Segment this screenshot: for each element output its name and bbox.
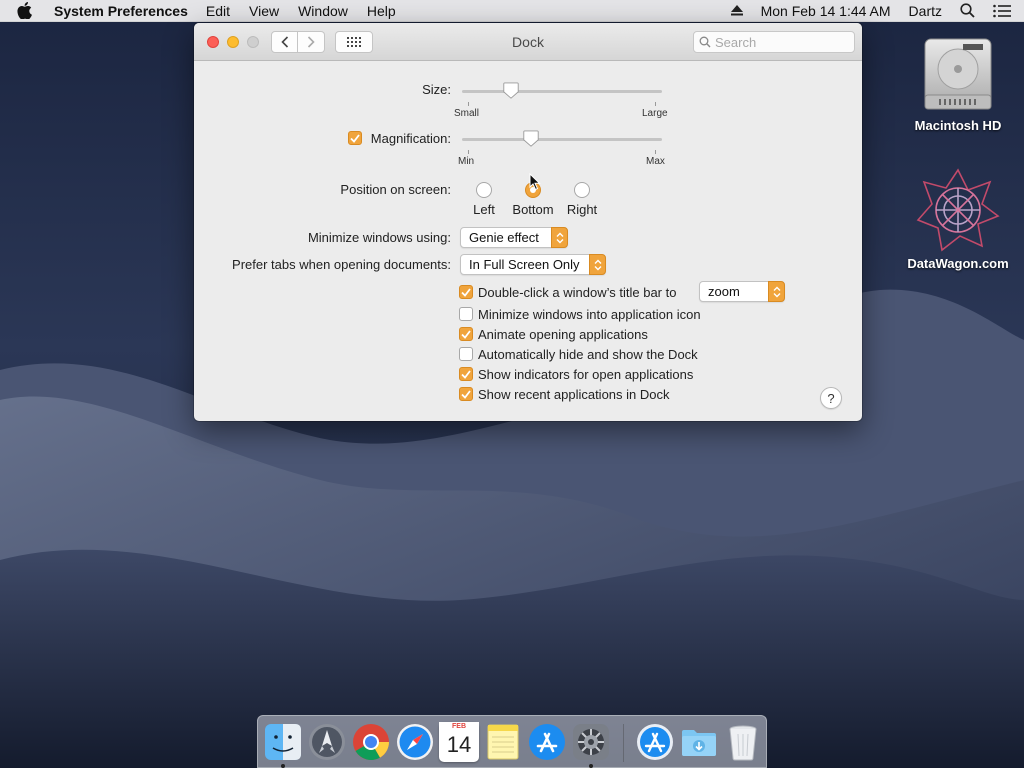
- popup-stepper-icon: [768, 281, 785, 302]
- magnification-tick-max: [655, 150, 656, 154]
- menu-bar: System Preferences Edit View Window Help…: [0, 0, 1024, 22]
- menu-edit[interactable]: Edit: [206, 3, 230, 19]
- size-max-label: Large: [642, 108, 668, 119]
- launchpad-icon[interactable]: [307, 722, 347, 762]
- minimize-into-icon-checkbox[interactable]: [459, 307, 473, 321]
- magnification-min-label: Min: [458, 156, 475, 167]
- menu-view[interactable]: View: [249, 3, 279, 19]
- minimize-into-icon-label[interactable]: Minimize windows into application icon: [478, 307, 701, 322]
- minimize-effect-value: Genie effect: [469, 230, 539, 245]
- desktop-icon-datawagon[interactable]: DataWagon.com: [898, 168, 1018, 271]
- desktop-icon-label: DataWagon.com: [907, 256, 1009, 271]
- dock-preferences-window: Dock Size: Small Large Magnification: Mi…: [194, 23, 862, 421]
- checkmark-icon: [461, 329, 471, 339]
- size-tick-max: [655, 102, 656, 106]
- calendar-icon[interactable]: FEB 14: [439, 722, 479, 762]
- desktop-icon-macintosh-hd[interactable]: Macintosh HD: [898, 30, 1018, 133]
- user-menu[interactable]: Dartz: [909, 3, 942, 19]
- minimize-effect-popup[interactable]: Genie effect: [460, 227, 568, 248]
- notification-center-icon[interactable]: [993, 4, 1011, 18]
- chrome-icon[interactable]: [351, 722, 391, 762]
- autohide-checkbox[interactable]: [459, 347, 473, 361]
- finder-icon[interactable]: [263, 722, 303, 762]
- clock[interactable]: Mon Feb 14 1:44 AM: [761, 3, 891, 19]
- size-slider-track[interactable]: [462, 90, 662, 93]
- position-right-label[interactable]: Right: [547, 202, 617, 217]
- running-indicator: [589, 764, 593, 768]
- checkmark-icon: [461, 389, 471, 399]
- magnification-tick-min: [468, 150, 469, 154]
- help-button[interactable]: ?: [820, 387, 842, 409]
- animate-opening-label[interactable]: Animate opening applications: [478, 327, 648, 342]
- magnification-slider-knob[interactable]: [522, 130, 540, 148]
- magnification-label: Magnification:: [370, 131, 451, 146]
- autohide-label[interactable]: Automatically hide and show the Dock: [478, 347, 698, 362]
- search-icon: [699, 36, 711, 48]
- safari-icon[interactable]: [395, 722, 435, 762]
- dock-separator: [623, 724, 624, 762]
- menu-help[interactable]: Help: [367, 3, 396, 19]
- calendar-month: FEB: [439, 722, 479, 732]
- prefer-tabs-label: Prefer tabs when opening documents:: [232, 257, 451, 272]
- title-bar[interactable]: Dock: [194, 23, 862, 61]
- double-click-label[interactable]: Double-click a window’s title bar to: [478, 285, 676, 300]
- size-label: Size:: [422, 82, 451, 97]
- desktop-icon-label: Macintosh HD: [914, 118, 1002, 133]
- eject-icon[interactable]: [730, 5, 743, 16]
- size-min-label: Small: [454, 108, 480, 119]
- show-recent-label[interactable]: Show recent applications in Dock: [478, 387, 670, 402]
- position-right-radio[interactable]: [574, 182, 590, 198]
- system-preferences-icon[interactable]: [571, 722, 611, 762]
- downloads-folder-icon[interactable]: [679, 722, 719, 762]
- show-recent-checkbox[interactable]: [459, 387, 473, 401]
- running-indicator: [281, 764, 285, 768]
- notes-icon[interactable]: [483, 722, 523, 762]
- size-slider-knob[interactable]: [502, 82, 520, 100]
- double-click-action-value: zoom: [708, 284, 740, 299]
- show-indicators-label[interactable]: Show indicators for open applications: [478, 367, 693, 382]
- apple-menu-icon[interactable]: [17, 2, 39, 19]
- checkmark-icon: [461, 287, 471, 297]
- spotlight-icon[interactable]: [960, 3, 975, 18]
- position-label: Position on screen:: [340, 182, 451, 197]
- search-input[interactable]: [715, 34, 845, 50]
- trash-icon[interactable]: [723, 722, 763, 762]
- app-store-download-icon[interactable]: [635, 722, 675, 762]
- show-indicators-checkbox[interactable]: [459, 367, 473, 381]
- magnification-slider-track[interactable]: [462, 138, 662, 141]
- popup-stepper-icon: [551, 227, 568, 248]
- app-menu[interactable]: System Preferences: [54, 3, 188, 19]
- datawagon-logo-icon: [916, 168, 1000, 252]
- app-store-icon[interactable]: [527, 722, 567, 762]
- hard-drive-icon: [916, 30, 1000, 114]
- prefer-tabs-value: In Full Screen Only: [469, 257, 580, 272]
- double-click-action-popup[interactable]: zoom: [699, 281, 785, 302]
- checkmark-icon: [461, 369, 471, 379]
- popup-stepper-icon: [589, 254, 606, 275]
- calendar-day: 14: [446, 732, 472, 757]
- minimize-effect-label: Minimize windows using:: [307, 230, 451, 245]
- prefer-tabs-popup[interactable]: In Full Screen Only: [460, 254, 606, 275]
- magnification-max-label: Max: [646, 156, 665, 167]
- double-click-checkbox[interactable]: [459, 285, 473, 299]
- dock: FEB 14: [257, 715, 767, 768]
- size-tick-min: [468, 102, 469, 106]
- menu-window[interactable]: Window: [298, 3, 348, 19]
- position-left-radio[interactable]: [476, 182, 492, 198]
- search-field[interactable]: [693, 31, 855, 53]
- mouse-cursor-icon: [529, 173, 541, 191]
- animate-opening-checkbox[interactable]: [459, 327, 473, 341]
